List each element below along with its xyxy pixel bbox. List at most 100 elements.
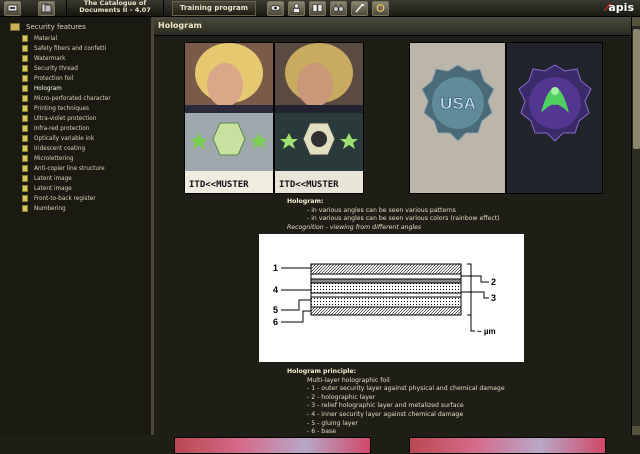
tree-item[interactable]: Latent image: [22, 185, 72, 194]
tree-item[interactable]: Ultra-violet protection: [22, 115, 96, 124]
folder-icon: [10, 23, 20, 31]
scroll-up-arrow-icon[interactable]: [632, 17, 640, 26]
documents-icon[interactable]: [38, 1, 55, 16]
page-icon: [22, 65, 28, 72]
page-icon: [22, 95, 28, 102]
tree-item[interactable]: Material: [22, 35, 57, 44]
page-icon: [22, 85, 28, 92]
page-icon: [22, 195, 28, 202]
page-icon: [22, 45, 28, 52]
tree-item-label: Latent image: [34, 176, 72, 182]
tree-item[interactable]: Front-to-back register: [22, 195, 96, 204]
principle-line: - 6 - base: [307, 428, 337, 436]
hologram-photo-eagle-image: [507, 43, 602, 193]
description-line: - in various angles can be seen various …: [307, 215, 500, 223]
hologram-usa-text: USA: [440, 94, 476, 113]
layer-label-1: 1: [273, 263, 278, 273]
page-icon: [22, 35, 28, 42]
tree-root[interactable]: Security features: [10, 23, 86, 31]
principle-line: - 1 - outer security layer against physi…: [307, 385, 505, 393]
principle-heading: Hologram principle:: [287, 368, 357, 375]
app-title-line-2: Documents II - 4.07: [79, 6, 151, 14]
page-icon: [22, 135, 28, 142]
hologram-description: Hologram: - in various angles can be see…: [287, 198, 607, 232]
page-icon: [22, 155, 28, 162]
tree-item-label: Optically variable ink: [34, 136, 95, 142]
tree-root-label: Security features: [26, 23, 86, 31]
tree-item-label: Microlettering: [34, 156, 74, 162]
book-icon[interactable]: [309, 1, 326, 16]
tree-item[interactable]: Optically variable ink: [22, 135, 94, 144]
tree-item-label: Front-to-back register: [34, 196, 96, 202]
tree-item-label: Latent image: [34, 186, 72, 192]
principle-line: - 5 - gluing layer: [307, 419, 358, 427]
tree-item[interactable]: Latent image: [22, 175, 72, 184]
toolbar: The Catalogue of Documents II - 4.07 Tra…: [0, 0, 640, 17]
layer-label-3: 3: [491, 293, 496, 303]
tree-item[interactable]: Watermark: [22, 55, 65, 64]
id-card-photo-angled: ITD<<MUSTER: [274, 42, 364, 194]
tree-item[interactable]: Security thread: [22, 65, 78, 74]
page-icon: [22, 175, 28, 182]
hologram-layer-diagram: 1 2 3 4 5 6 ~ µm: [259, 234, 524, 362]
tree-item-label: Micro-perforated character: [34, 96, 111, 102]
tree-item[interactable]: Microlettering: [22, 155, 73, 164]
hologram-photo-usa-image: USA: [410, 43, 505, 193]
tree-item-label: Safety fibers and confetti: [34, 46, 107, 52]
document-strip-image: [174, 437, 371, 454]
id-card-photo-normal-image: [185, 43, 273, 193]
layer-label-5: 5: [273, 305, 278, 315]
tree-item[interactable]: Numbering: [22, 205, 66, 214]
mrz-line: ITD<<MUSTER: [279, 180, 339, 190]
training-program-button[interactable]: Training program: [172, 1, 256, 16]
description-line: - in various angles can be seen various …: [307, 206, 456, 214]
tree-item[interactable]: Anti-copier line structure: [22, 165, 105, 174]
ring-icon[interactable]: [372, 1, 389, 16]
apis-logo: ⁄apis: [607, 1, 634, 14]
page-title: Hologram: [158, 21, 202, 30]
page-icon: [22, 105, 28, 112]
tree-item-hologram[interactable]: Hologram: [22, 85, 62, 94]
tree-item-label: Watermark: [34, 56, 66, 62]
tree-item[interactable]: Micro-perforated character: [22, 95, 111, 104]
tree-item[interactable]: Printing techniques: [22, 105, 89, 114]
layer-label-4: 4: [273, 285, 278, 295]
content-pane: Hologram ITD<<MUSTER ITD<<MUSTER USA Hol…: [154, 17, 631, 454]
tree-item-label: Iridescent coating: [34, 146, 86, 152]
page-icon: [22, 115, 28, 122]
layer-diagram-graphic: 1 2 3 4 5 6 ~ µm: [273, 263, 496, 336]
tree-item-label: Anti-copier line structure: [34, 166, 105, 172]
id-card-photo-normal: ITD<<MUSTER: [184, 42, 274, 194]
principle-line: - 2 - holographic layer: [307, 393, 376, 401]
logo-text: apis: [608, 1, 634, 14]
page-icon: [22, 55, 28, 62]
page-icon: [22, 165, 28, 172]
id-card-photo-angled-image: [275, 43, 363, 193]
layer-label-6: 6: [273, 317, 278, 327]
tree-item-label: Hologram: [34, 86, 62, 92]
scroll-thumb[interactable]: [633, 29, 640, 149]
page-icon: [22, 185, 28, 192]
sidebar: Security features Material Safety fibers…: [0, 17, 154, 435]
hologram-principle: Hologram principle: Multi-layer holograp…: [287, 368, 607, 437]
tree-item[interactable]: Safety fibers and confetti: [22, 45, 106, 54]
document-strip-image: [409, 437, 606, 454]
app-title: The Catalogue of Documents II - 4.07: [66, 0, 164, 16]
page-icon: [22, 145, 28, 152]
tools-icon[interactable]: [351, 1, 368, 16]
tree-item[interactable]: Iridescent coating: [22, 145, 85, 154]
person-icon[interactable]: [288, 1, 305, 16]
eye-icon[interactable]: [267, 1, 284, 16]
scroll-down-arrow-icon[interactable]: [632, 426, 640, 435]
binoculars-icon[interactable]: [330, 1, 347, 16]
content-header: Hologram: [154, 17, 631, 36]
tree-item-label: Numbering: [34, 206, 66, 212]
thickness-unit-label: ~ µm: [477, 327, 496, 336]
page-icon: [22, 125, 28, 132]
principle-intro: Multi-layer holographic foil: [307, 376, 390, 384]
tree-item[interactable]: Protection foil: [22, 75, 73, 84]
tree-item[interactable]: Infra-red protection: [22, 125, 89, 134]
vertical-scrollbar[interactable]: [631, 17, 640, 435]
catalogue-icon[interactable]: [4, 1, 21, 16]
tree-item-label: Printing techniques: [34, 106, 90, 112]
